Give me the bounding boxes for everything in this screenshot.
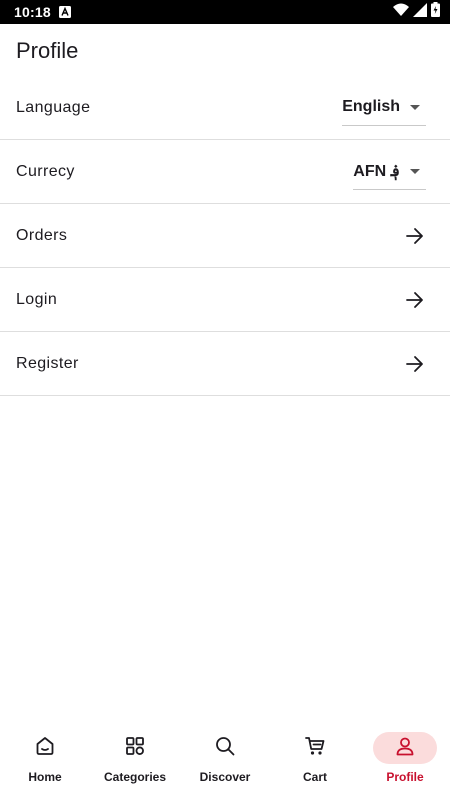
cart-icon [304,735,326,762]
arrow-right-icon[interactable] [404,353,426,375]
nav-label-profile: Profile [386,770,424,784]
home-icon [34,735,56,762]
language-dropdown[interactable]: English [342,90,426,126]
currency-label: Currecy [16,162,75,180]
status-icons [393,2,440,22]
status-time: 10:18 [14,4,51,20]
active-indicator [373,732,437,764]
language-value: English [342,98,400,115]
dropdown-caret-icon [410,104,420,110]
orders-row[interactable]: Orders [0,204,450,268]
signal-icon [413,2,427,22]
nav-label-cart: Cart [302,770,327,784]
battery-icon [431,2,440,22]
grid-icon [124,735,146,762]
register-label: Register [16,354,79,372]
arrow-right-icon[interactable] [404,289,426,311]
nav-label-categories: Categories [103,770,167,784]
search-icon [214,735,236,762]
settings-list: Language English Currecy AFN ؋ Orders Lo… [0,76,450,396]
orders-label: Orders [16,226,68,244]
currency-value: AFN ؋ [353,163,400,180]
currency-dropdown[interactable]: AFN ؋ [353,154,426,190]
language-row: Language English [0,76,450,140]
login-row[interactable]: Login [0,268,450,332]
bottom-navigation: Home Categories Discover Cart Profile [0,720,450,800]
nav-item-profile[interactable]: Profile [360,720,450,800]
nav-item-cart[interactable]: Cart [270,720,360,800]
register-row[interactable]: Register [0,332,450,396]
arrow-right-icon[interactable] [404,225,426,247]
currency-row: Currecy AFN ؋ [0,140,450,204]
notification-app-icon [58,6,71,18]
nav-label-home: Home [28,770,62,784]
page-title: Profile [16,38,79,63]
login-label: Login [16,290,58,308]
wifi-icon [393,3,409,22]
nav-item-categories[interactable]: Categories [90,720,180,800]
status-bar: 10:18 [0,0,450,24]
nav-label-discover: Discover [199,770,251,784]
person-icon [394,735,416,762]
nav-item-discover[interactable]: Discover [180,720,270,800]
language-label: Language [16,98,91,116]
dropdown-caret-icon [410,168,420,174]
nav-item-home[interactable]: Home [0,720,90,800]
